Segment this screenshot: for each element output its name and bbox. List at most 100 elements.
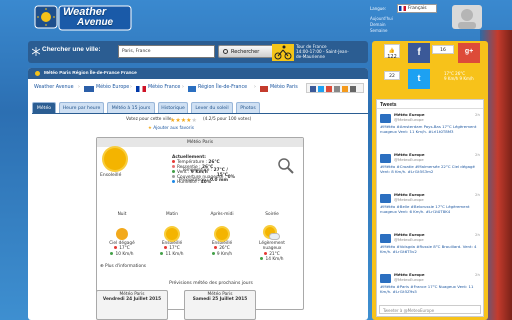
- lang-link-tomorrow[interactable]: Demain: [370, 22, 386, 27]
- tweet-time: 2h: [475, 152, 480, 157]
- tweet-text: #Météo #Paris #France 17°C Nuageux Vent:…: [380, 284, 474, 294]
- daypart-afternoon: Après-midi Ensoleillé 26°C 9 Km/h: [200, 212, 244, 257]
- daypart-name: Après-midi: [210, 212, 234, 217]
- breadcrumb-separator: ›: [78, 85, 80, 90]
- share-toolbar[interactable]: [306, 83, 364, 93]
- partly-cloudy-icon: [265, 227, 280, 241]
- daypart-wind: 14 Km/h: [265, 256, 284, 262]
- france-flag-icon: [136, 86, 146, 92]
- region-flag-icon: [188, 86, 196, 92]
- tweet-handle: @MeteoEurope: [394, 197, 424, 202]
- language-panel: Langue: Français Aujourd'hui Demain Sema…: [370, 3, 440, 43]
- wind-icon: [160, 251, 164, 255]
- tab-photos[interactable]: Photos: [236, 102, 260, 113]
- tweet-handle: @MeteoEurope: [394, 117, 424, 122]
- tweet-avatar: [380, 114, 391, 123]
- thermometer-icon: [164, 246, 168, 250]
- daypart-name: Matin: [166, 212, 178, 217]
- rating-stars[interactable]: ★★★★★: [170, 117, 197, 124]
- tab-bar: Météo Heure par heure Météo à 15 jours H…: [32, 102, 368, 114]
- cyclist-icon: [272, 44, 294, 61]
- search-input[interactable]: Paris, France: [118, 45, 215, 58]
- wx-wind: 9 Km/h: [444, 76, 459, 81]
- tour-de-france-banner[interactable]: Tour de France 14:00-17:00 - Saint-Jean-…: [268, 42, 368, 64]
- tweet-avatar: [380, 154, 391, 163]
- eu-flag-icon: [84, 86, 94, 92]
- more-info-label: Plus d'informations: [104, 264, 147, 269]
- precip-value: 0.0 mm: [209, 178, 228, 184]
- lang-link-today[interactable]: Aujourd'hui: [370, 16, 393, 21]
- daypart-wind: 10 Km/h: [115, 251, 134, 257]
- tab-15-days[interactable]: Météo à 15 jours: [107, 102, 155, 113]
- gplus-count: 16: [432, 45, 454, 54]
- zoom-magnifier-icon[interactable]: [278, 158, 294, 174]
- breadcrumb-europe[interactable]: Météo Europe: [96, 85, 129, 90]
- tweet-handle: @MeteoEurope: [394, 237, 424, 242]
- thermometer-icon: [264, 251, 268, 255]
- tweet-time: 2h: [475, 112, 480, 117]
- search-button-label: Rechercher: [231, 49, 260, 55]
- sunny-icon: [215, 227, 229, 241]
- google-plus-icon[interactable]: g+: [458, 43, 480, 63]
- breadcrumb-france[interactable]: Météo France: [148, 85, 180, 90]
- share-icons: [310, 86, 356, 92]
- forecast-day-1[interactable]: Météo Paris Vendredi 24 Juillet 2015: [96, 290, 168, 320]
- temp-range-label: Température :: [182, 168, 213, 173]
- twitter-timeline: Tweets Météo Europe @MeteoEurope 2h #Mét…: [376, 99, 484, 317]
- sun-small-icon: [35, 71, 40, 76]
- tweet-time: 2h: [475, 192, 480, 197]
- sunny-icon: [165, 227, 179, 241]
- thermometer-icon: [114, 246, 118, 250]
- temp-range-value: 27°C / 15°C: [213, 168, 228, 179]
- tweet-avatar: [380, 194, 391, 203]
- tweet-item[interactable]: Météo Europe @MeteoEurope 2h #Météo #Ams…: [380, 112, 482, 153]
- tab-hourly[interactable]: Heure par heure: [59, 102, 104, 113]
- current-panel-title: Météo Paris: [97, 138, 303, 147]
- breadcrumb-weather-avenue[interactable]: Weather Avenue: [34, 85, 74, 90]
- add-favorite-link[interactable]: ★ Ajouter aux favoris: [148, 126, 194, 131]
- add-favorite-label: Ajouter aux favoris: [153, 126, 194, 131]
- forecast-day-2[interactable]: Météo Paris Samedi 25 Juillet 2015: [184, 290, 256, 320]
- tweet-text: #Météo #Belle #Belorussie 17°C Légèremen…: [380, 204, 470, 214]
- twitter-icon[interactable]: t: [408, 69, 430, 89]
- france-flag-icon: [399, 6, 406, 11]
- more-info-link[interactable]: ⊕ Plus d'informations: [100, 264, 146, 269]
- tweet-avatar: [380, 274, 391, 283]
- like-count: 122: [387, 54, 397, 60]
- weather-widget[interactable]: 17°C 26°C 9 Km/h 9 Km/h: [444, 71, 474, 101]
- forecast-title: Prévisions météo des prochains jours: [169, 281, 253, 286]
- tweet-item[interactable]: Météo Europe @MeteoEurope 2h #Météo #Vol…: [380, 232, 482, 273]
- language-select[interactable]: Français: [397, 4, 437, 13]
- city-flag-icon: [260, 86, 268, 92]
- daypart-morning: Matin Ensoleillé 17°C 11 Km/h: [150, 212, 194, 257]
- tab-sunrise[interactable]: Lever du soleil: [191, 102, 233, 113]
- tab-history[interactable]: Historique: [158, 102, 188, 113]
- right-sidebar: 👍122 f 16 g+ 22 t 17°C 26°C 9 Km/h 9 Km/…: [372, 41, 488, 320]
- sunny-icon: [104, 148, 126, 170]
- rating-text: (4.2/5 pour 100 votes): [203, 117, 252, 122]
- rating-row: Votez pour cette ville ★★★★★ (4.2/5 pour…: [126, 117, 306, 125]
- tweet-text: #Météo #Amsterdam Pays-Bas 17°C Légèreme…: [380, 124, 477, 134]
- lang-link-week[interactable]: Semaine: [370, 28, 387, 33]
- tweet-avatar: [380, 234, 391, 243]
- snowflake-icon: [32, 47, 40, 56]
- tweet-text: #Météo #Croatie #Malmersée 22°C Ciel dég…: [380, 164, 475, 174]
- user-avatar[interactable]: [452, 5, 482, 29]
- site-logo[interactable]: Weather Avenue: [33, 4, 133, 34]
- tweet-time: 2h: [475, 232, 480, 237]
- facebook-icon[interactable]: f: [408, 43, 430, 63]
- tweet-item[interactable]: Météo Europe @MeteoEurope 2h #Météo #Bel…: [380, 192, 482, 233]
- search-icon: [223, 49, 228, 54]
- tweet-item[interactable]: Météo Europe @MeteoEurope 2h #Météo #Cro…: [380, 152, 482, 193]
- breadcrumb-paris[interactable]: Météo Paris: [270, 85, 298, 90]
- tab-meteo[interactable]: Météo: [32, 102, 56, 113]
- daypart-wind: 9 Km/h: [216, 251, 233, 257]
- like-button[interactable]: 👍122: [384, 44, 400, 60]
- rating-label: Votez pour cette ville: [126, 117, 172, 122]
- breadcrumb-separator: ›: [254, 85, 256, 90]
- wx-wind2: 9 Km/h: [459, 76, 474, 81]
- wind-icon: [211, 251, 215, 255]
- daypart-name: Nuit: [117, 212, 127, 217]
- breadcrumb-region[interactable]: Région Île-de-France: [198, 85, 247, 90]
- tweet-compose-input[interactable]: Tweeter à @MeteoEurope: [379, 305, 481, 314]
